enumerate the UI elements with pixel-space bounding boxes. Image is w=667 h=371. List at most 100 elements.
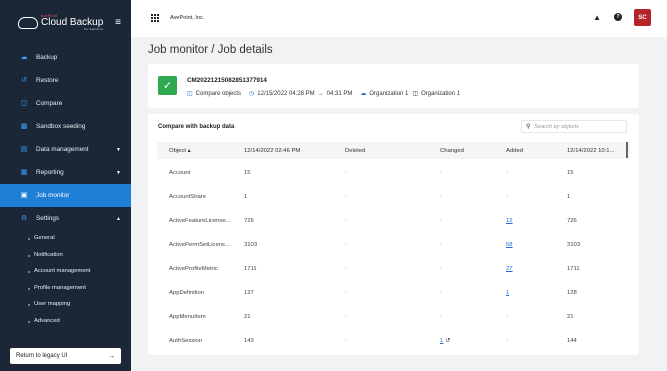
gear-icon: ⚙ — [20, 214, 28, 222]
logo-subtitle: For Salesforce — [83, 27, 104, 32]
job-time-end: 04:31 PM — [326, 90, 353, 97]
legacy-button-label: Return to legacy UI — [16, 353, 68, 359]
arrow-right-icon: → — [108, 352, 115, 360]
cell-value: - — [345, 266, 347, 272]
cloud-upload-icon: ☁ — [20, 53, 28, 61]
cell-object: AccountShare — [169, 194, 239, 200]
cell-value[interactable]: 58 — [506, 242, 513, 248]
restore-icon: ↺ — [21, 76, 27, 84]
cell-value: - — [345, 290, 347, 296]
cell-added: - — [506, 338, 508, 344]
bell-icon[interactable]: ▲ — [593, 13, 601, 22]
hamburger-menu-icon[interactable]: ≡ — [115, 17, 121, 28]
sidebar-item-job-monitor[interactable]: ▣ Job monitor — [0, 184, 131, 207]
sidebar-item-label: Sandbox seeding — [36, 123, 86, 130]
cell-added: - — [506, 170, 508, 176]
job-id: CM20221215082851377914 — [187, 77, 267, 84]
help-icon[interactable]: ? — [614, 13, 622, 21]
settings-item-profile-management[interactable]: Profile management — [0, 280, 131, 297]
cell-backup-2: 21 — [567, 314, 574, 320]
cell-object: Account — [169, 170, 239, 176]
table-row: Account 15 - - - 15 — [157, 162, 630, 186]
settings-item-label: General — [34, 235, 55, 242]
search-input[interactable] — [534, 123, 615, 130]
cell-value: 1711 — [244, 266, 257, 272]
cell-backup-1: 1 — [244, 194, 247, 200]
settings-item-label: Notification — [34, 251, 63, 258]
column-header-object[interactable]: Object ▴ — [169, 148, 191, 154]
column-header-backup-2[interactable]: 12/14/2022 10:1... — [567, 148, 625, 154]
cell-value: AppMenuItem — [169, 314, 206, 320]
search-box[interactable]: ⚲ — [521, 120, 627, 133]
cell-value: - — [440, 290, 442, 296]
cell-value: AuthSession — [169, 338, 203, 344]
settings-item-account-management[interactable]: Account management — [0, 263, 131, 280]
cell-value[interactable]: 12 — [506, 218, 513, 224]
settings-item-label: Account management — [34, 268, 91, 275]
cell-changed: - — [440, 194, 442, 200]
column-header-added[interactable]: Added — [506, 148, 523, 154]
column-header-deleted[interactable]: Deleted — [345, 148, 365, 154]
success-check-icon: ✓ — [158, 76, 177, 95]
database-icon: ▩ — [20, 122, 28, 130]
settings-item-label: User mapping — [34, 301, 71, 308]
cell-value: 144 — [567, 338, 577, 344]
job-meta: ◫ Compare objects ◷ 12/15/2022 04:28 PM … — [187, 90, 461, 98]
monitor-icon: ▣ — [20, 191, 28, 199]
sidebar-item-data-management[interactable]: ▤ Data management ▼ — [0, 138, 131, 161]
cell-value: 21 — [567, 314, 574, 320]
settings-item-advanced[interactable]: Advanced — [0, 313, 131, 330]
sidebar-item-reporting[interactable]: ▦ Reporting ▼ — [0, 161, 131, 184]
job-summary-card: ✓ CM20221215082851377914 ◫ Compare objec… — [148, 64, 639, 108]
cell-changed: - — [440, 266, 442, 272]
sidebar-item-settings[interactable]: ⚙ Settings ▲ — [0, 207, 131, 230]
cell-value: - — [345, 194, 347, 200]
cell-changed[interactable]: 1 ↺ — [440, 338, 450, 344]
cell-value: - — [440, 242, 442, 248]
cell-backup-1: 15 — [244, 170, 251, 176]
cell-value: - — [440, 314, 442, 320]
undo-icon[interactable]: ↺ — [445, 338, 450, 344]
arrow-right-icon: → — [317, 90, 324, 97]
cell-added[interactable]: 12 — [506, 218, 513, 224]
cell-backup-2: 15 — [567, 170, 574, 176]
target-org: Organization 1 — [421, 90, 461, 97]
horizontal-scrollbar[interactable] — [626, 142, 628, 158]
cell-value[interactable]: 1 — [440, 338, 443, 344]
avatar[interactable]: SC — [634, 9, 651, 26]
column-header-changed[interactable]: Changed — [440, 148, 464, 154]
cell-value[interactable]: 27 — [506, 266, 513, 272]
cell-added[interactable]: 58 — [506, 242, 513, 248]
chevron-up-icon: ▲ — [116, 215, 121, 222]
cell-deleted: - — [345, 170, 347, 176]
sidebar-item-label: Data management — [36, 146, 89, 153]
settings-item-label: Profile management — [34, 284, 86, 291]
settings-item-notification[interactable]: Notification — [0, 247, 131, 264]
search-icon: ⚲ — [526, 124, 531, 130]
sidebar-item-compare[interactable]: ◫ Compare — [0, 92, 131, 115]
sidebar-item-backup[interactable]: ☁ Backup — [0, 46, 131, 69]
cell-changed: - — [440, 314, 442, 320]
page-title: Job monitor / Job details — [148, 44, 273, 56]
compare-data-card: Compare with backup data ⚲ Object ▴ 12/1… — [148, 114, 639, 355]
cell-changed: - — [440, 170, 442, 176]
sidebar-item-restore[interactable]: ↺ Restore — [0, 69, 131, 92]
cell-value: 21 — [244, 314, 251, 320]
cell-deleted: - — [345, 218, 347, 224]
sidebar-item-sandbox-seeding[interactable]: ▩ Sandbox seeding — [0, 115, 131, 138]
sidebar-item-label: Reporting — [36, 169, 64, 176]
cell-added[interactable]: 27 — [506, 266, 513, 272]
cell-backup-1: 21 — [244, 314, 251, 320]
chevron-down-icon: ▼ — [116, 169, 121, 176]
app-logo: AvePoint Cloud Backup For Salesforce ≡ — [0, 0, 131, 46]
app-launcher-icon[interactable] — [151, 14, 159, 22]
settings-item-general[interactable]: General — [0, 230, 131, 247]
cell-value: - — [506, 194, 508, 200]
cell-added[interactable]: 1 — [506, 290, 509, 296]
clipboard-icon: ▤ — [20, 145, 28, 153]
return-to-legacy-button[interactable]: Return to legacy UI → — [10, 348, 121, 364]
column-header-backup-1[interactable]: 12/14/2022 02:46 PM — [244, 148, 300, 154]
cell-backup-2: 144 — [567, 338, 577, 344]
settings-item-user-mapping[interactable]: User mapping — [0, 296, 131, 313]
cell-value[interactable]: 1 — [506, 290, 509, 296]
